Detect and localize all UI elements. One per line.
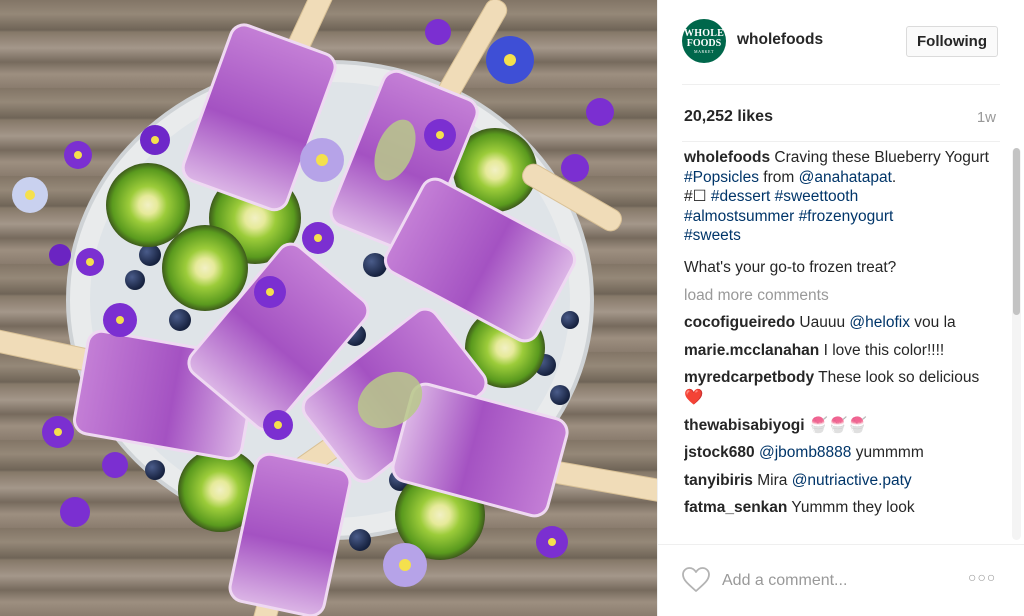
more-options-icon[interactable]: ○○○ — [968, 569, 996, 585]
comment-item: cocofigueiredo Uauuu @helofix vou la — [684, 313, 999, 333]
comment-text: vou la — [914, 314, 956, 332]
likes-count[interactable]: 20,252 likes — [684, 108, 773, 126]
hashtag-link[interactable]: #sweettooth — [775, 188, 859, 205]
mention-link[interactable]: @helofix — [849, 314, 910, 331]
comments-list[interactable]: wholefoods Craving these Blueberry Yogur… — [684, 148, 999, 541]
popsicles-illustration — [0, 0, 657, 616]
comment-item: thewabisabiyogi 🍧🍧🍧 — [684, 416, 999, 436]
post-photo[interactable] — [0, 0, 657, 616]
comment-item: fatma_senkan Yummm they look — [684, 498, 999, 518]
comment-item: tanyibiris Mira @nutriactive.paty — [684, 471, 999, 491]
heart-outline-icon[interactable] — [682, 567, 710, 593]
comment-text: yummmm — [855, 444, 924, 462]
add-comment-input[interactable] — [722, 569, 942, 593]
comment-text: Yummm they look — [791, 499, 915, 517]
caption-text: . — [891, 168, 897, 186]
comment-username[interactable]: marie.mcclanahan — [684, 342, 819, 359]
hashtag-link[interactable]: #dessert — [711, 188, 770, 205]
caption-text: from — [763, 168, 795, 186]
hashtag-link[interactable]: #sweets — [684, 227, 741, 244]
post-time[interactable]: 1w — [977, 109, 996, 126]
avatar-text-foods: FOODS — [686, 37, 722, 49]
comment-username[interactable]: cocofigueiredo — [684, 314, 795, 331]
comment-username[interactable]: myredcarpetbody — [684, 369, 814, 386]
hashtag-link[interactable]: #Popsicles — [684, 169, 759, 186]
header-divider — [682, 84, 1000, 85]
mention-link[interactable]: @jbomb8888 — [759, 444, 851, 461]
caption-text: Craving these Blueberry Yogurt — [774, 149, 989, 166]
comment-text: Mira — [757, 471, 788, 489]
avatar-text-market: MARKET — [694, 48, 714, 54]
comment-username[interactable]: fatma_senkan — [684, 499, 787, 516]
hashtag-link[interactable]: #almostsummer — [684, 208, 794, 225]
comment-username[interactable]: thewabisabiyogi — [684, 417, 805, 434]
hashtag-link[interactable]: #frozenyogurt — [799, 208, 894, 225]
mention-link[interactable]: @anahatapat — [799, 169, 892, 186]
comment-item: myredcarpetbody These look so delicious … — [684, 368, 999, 407]
caption-username[interactable]: wholefoods — [684, 149, 770, 166]
post-header: WHOLE FOODS MARKET wholefoods Following — [658, 0, 1024, 84]
load-more-comments[interactable]: load more comments — [684, 286, 999, 306]
comment-text: I love this color!!!! — [823, 341, 945, 359]
comment-text: 🍧🍧🍧 — [808, 416, 867, 434]
following-button[interactable]: Following — [906, 26, 998, 57]
scrollbar-thumb[interactable] — [1013, 148, 1020, 315]
comments-scrollbar[interactable] — [1012, 148, 1021, 540]
post-username[interactable]: wholefoods — [737, 31, 823, 49]
mention-link[interactable]: @nutriactive.paty — [792, 472, 912, 489]
comment-username[interactable]: jstock680 — [684, 444, 755, 461]
caption-question: What's your go-to frozen treat? — [684, 258, 897, 276]
caption: wholefoods Craving these Blueberry Yogur… — [684, 148, 999, 278]
comment-text: Uauuu — [799, 314, 846, 332]
post-sidebar: WHOLE FOODS MARKET wholefoods Following … — [657, 0, 1024, 616]
avatar[interactable]: WHOLE FOODS MARKET — [682, 19, 726, 63]
caption-text: #☐ — [684, 188, 707, 206]
comment-username[interactable]: tanyibiris — [684, 472, 753, 489]
avatar-text-whole: WHOLE — [684, 27, 724, 39]
post-footer: ○○○ — [658, 544, 1024, 616]
comment-item: marie.mcclanahan I love this color!!!! — [684, 341, 999, 361]
stats-divider — [682, 141, 1000, 142]
comment-item: jstock680 @jbomb8888 yummmm — [684, 443, 999, 463]
